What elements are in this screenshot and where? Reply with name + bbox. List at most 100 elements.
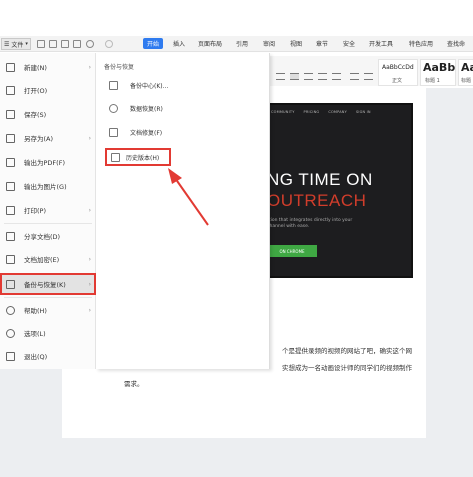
video-nav-company: COMPANY <box>328 110 347 114</box>
tab-view[interactable]: 视图 <box>290 39 302 48</box>
undo-icon[interactable] <box>86 40 94 48</box>
style-heading[interactable]: AaBb 标题 <box>458 59 473 86</box>
share-icon <box>6 231 15 241</box>
menu-item-share[interactable]: 分享文档(D) <box>0 225 96 247</box>
settings-icon <box>6 328 15 338</box>
menu-item-label: 打开(O) <box>24 87 48 95</box>
redo-icon[interactable] <box>105 40 113 48</box>
doc-text-line2: 实想成为一名动画设计师的同学们的视频制作 <box>282 364 412 372</box>
folder-open-icon <box>6 85 15 95</box>
submenu-item-label: 历史版本(H) <box>126 154 160 162</box>
menu-item-label: 备份与恢复(K) <box>24 281 66 289</box>
menu-item-label: 输出为PDF(F) <box>24 159 65 167</box>
video-nav: COMMUNITY PRICING COMPANY SIGN IN <box>271 110 371 114</box>
doc-text-line3: 需求。 <box>124 380 144 388</box>
hamburger-icon: ☰ <box>4 40 10 48</box>
line-spacing-icon[interactable] <box>350 73 359 80</box>
submenu-item-history-version[interactable]: 历史版本(H) <box>105 148 171 166</box>
save-quick-icon[interactable] <box>37 40 45 48</box>
align-center-icon[interactable] <box>290 73 299 80</box>
tab-page-layout[interactable]: 页面布局 <box>198 39 222 48</box>
video-title-line1: NG TIME ON <box>267 170 373 189</box>
menu-item-exit[interactable]: 退出(Q) <box>0 345 96 367</box>
tab-developer[interactable]: 开发工具 <box>369 39 393 48</box>
preview-quick-icon[interactable] <box>49 40 57 48</box>
save-as-icon <box>6 133 15 143</box>
menu-item-open[interactable]: 打开(O) <box>0 79 96 101</box>
align-left-icon[interactable] <box>276 73 285 80</box>
menu-item-label: 新建(N) <box>24 64 47 72</box>
print-icon <box>6 205 15 215</box>
help-icon <box>6 305 15 315</box>
video-cta-button: ON CHROME <box>267 245 317 257</box>
menu-item-label: 帮助(H) <box>24 307 47 315</box>
chevron-right-icon: › <box>88 306 91 314</box>
distribute-icon[interactable] <box>332 73 341 80</box>
tab-special-apps[interactable]: 特色应用 <box>409 39 433 48</box>
menu-item-backup-restore[interactable]: 备份与恢复(K) › <box>0 273 96 295</box>
menu-item-label: 另存为(A) <box>24 135 54 143</box>
tab-chapter[interactable]: 章节 <box>316 39 328 48</box>
format-quick-icon[interactable] <box>73 40 81 48</box>
tab-insert[interactable]: 插入 <box>173 39 185 48</box>
submenu-item-backup-center[interactable]: 备份中心(K)... <box>104 76 268 94</box>
menu-item-label: 文档加密(E) <box>24 256 60 264</box>
tab-references[interactable]: 引用 <box>236 39 248 48</box>
submenu-title: 备份与恢复 <box>104 64 135 71</box>
menu-item-export-pdf[interactable]: 输出为PDF(F) <box>0 151 96 173</box>
image-icon <box>6 181 15 191</box>
tab-home[interactable]: 开始 <box>143 38 164 49</box>
menu-item-new[interactable]: 新建(N) › <box>0 56 96 78</box>
doc-text-line1: 个是提供录频的视频的网站了吧，确实这个网 <box>282 347 412 355</box>
file-menu-label: 文件 <box>11 41 24 49</box>
history-icon <box>111 152 120 162</box>
video-nav-pricing: PRICING <box>303 110 320 114</box>
file-menu-button[interactable]: ☰ 文件 ▾ <box>1 38 31 50</box>
format-ribbon: AaBbCcDd 正文 AaBb 标题 1 AaBb 标题 <box>270 56 473 86</box>
shading-icon[interactable] <box>364 73 373 80</box>
chevron-right-icon: › <box>88 134 91 142</box>
tab-review[interactable]: 审阅 <box>263 39 275 48</box>
menu-item-options[interactable]: 选项(L) <box>0 322 96 344</box>
video-title-line2: OUTREACH <box>267 191 367 210</box>
menu-divider <box>4 297 92 298</box>
print-quick-icon[interactable] <box>61 40 69 48</box>
submenu-item-label: 数据恢复(R) <box>130 105 163 113</box>
menu-item-save[interactable]: 保存(S) <box>0 103 96 125</box>
video-nav-signin: SIGN IN <box>355 110 371 114</box>
submenu-item-data-recovery[interactable]: 数据恢复(R) <box>104 99 268 117</box>
submenu-item-label: 备份中心(K)... <box>130 82 169 90</box>
menu-item-label: 打印(P) <box>24 207 46 215</box>
menu-item-label: 输出为图片(G) <box>24 183 67 191</box>
submenu-item-doc-repair[interactable]: 文档修复(F) <box>104 123 268 141</box>
video-subtitle: rtion that integrates directly into your… <box>267 218 353 229</box>
doc-repair-icon <box>109 127 118 137</box>
top-toolbar: ☰ 文件 ▾ 开始 插入 页面布局 引用 审阅 视图 章节 安全 开发工具 特色… <box>0 36 473 52</box>
data-recovery-icon <box>109 103 118 113</box>
align-right-icon[interactable] <box>304 73 313 80</box>
video-nav-community: COMMUNITY <box>271 110 295 114</box>
style-normal-name: 正文 <box>392 78 403 84</box>
exit-icon <box>6 351 15 361</box>
style-heading1-name: 标题 1 <box>425 78 440 84</box>
menu-item-encrypt[interactable]: 文档加密(E) › <box>0 248 96 270</box>
tab-security[interactable]: 安全 <box>343 39 355 48</box>
backup-center-icon <box>109 80 118 90</box>
chevron-down-icon[interactable] <box>124 40 132 48</box>
style-heading1-sample: AaBb <box>423 61 456 74</box>
justify-icon[interactable] <box>318 73 327 80</box>
tab-find[interactable]: 查找命 <box>447 39 465 48</box>
chevron-down-icon: ▾ <box>25 41 28 47</box>
new-doc-icon <box>6 62 15 72</box>
style-heading1[interactable]: AaBb 标题 1 <box>420 59 456 86</box>
pdf-icon <box>6 157 15 167</box>
embedded-video-image: COMMUNITY PRICING COMPANY SIGN IN NG TIM… <box>265 103 413 278</box>
chevron-right-icon: › <box>88 255 91 263</box>
menu-item-print[interactable]: 打印(P) › <box>0 199 96 221</box>
menu-item-save-as[interactable]: 另存为(A) › <box>0 127 96 149</box>
menu-item-help[interactable]: 帮助(H) › <box>0 299 96 321</box>
submenu-item-label: 文档修复(F) <box>130 129 163 137</box>
menu-item-export-image[interactable]: 输出为图片(G) <box>0 175 96 197</box>
style-normal[interactable]: AaBbCcDd 正文 <box>378 59 418 86</box>
chevron-right-icon: › <box>88 206 91 214</box>
